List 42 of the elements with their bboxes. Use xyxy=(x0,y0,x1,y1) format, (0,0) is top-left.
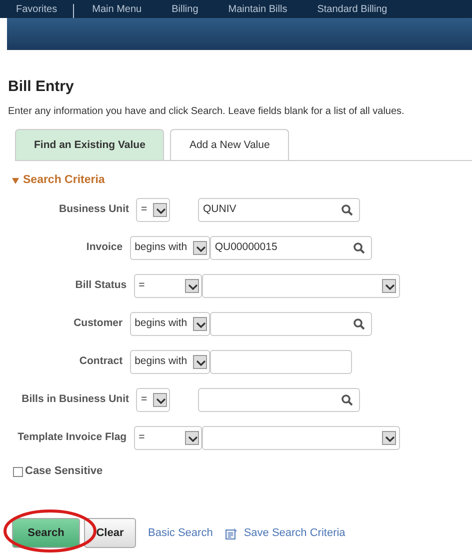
field-label: Template Invoice Flag xyxy=(16,430,128,446)
search-icon xyxy=(352,318,365,330)
menu-item[interactable]: Main Menu xyxy=(88,5,168,18)
operator-dropdown[interactable]: begins with xyxy=(130,350,210,374)
input-field[interactable] xyxy=(210,350,352,374)
menu-item[interactable]: Favorites xyxy=(12,5,84,18)
search-button[interactable]: Search xyxy=(12,518,80,548)
search-icon xyxy=(352,242,365,254)
document-icon xyxy=(224,526,238,540)
menu-item[interactable]: Billing xyxy=(168,5,224,18)
checkbox-label: Case Sensitive xyxy=(25,464,103,480)
operator-dropdown[interactable]: = xyxy=(136,198,170,222)
field-label: Bills in Business Unit xyxy=(20,392,130,408)
tab[interactable]: Find an Existing Value xyxy=(15,129,164,160)
checkbox[interactable] xyxy=(13,466,23,476)
tab[interactable]: Add a New Value xyxy=(170,129,289,160)
lookup-field[interactable] xyxy=(198,388,360,412)
field-label: Bill Status xyxy=(74,278,128,294)
lookup-field[interactable] xyxy=(210,312,372,336)
clear-button[interactable]: Clear xyxy=(84,518,136,548)
operator-dropdown[interactable]: = xyxy=(134,426,202,450)
link[interactable]: Basic Search xyxy=(148,524,213,542)
page-title: Bill Entry xyxy=(8,78,75,96)
value-dropdown[interactable] xyxy=(202,426,400,450)
search-icon xyxy=(341,394,353,406)
field-label: Invoice xyxy=(85,240,124,256)
field-label: Contract xyxy=(78,354,124,370)
lookup-field[interactable]: QUNIV xyxy=(198,198,360,222)
lookup-field[interactable]: QU00000015 xyxy=(210,236,372,260)
operator-dropdown[interactable]: = xyxy=(134,274,202,298)
operator-dropdown[interactable]: begins with xyxy=(130,312,210,336)
section-toggle[interactable]: Search Criteria xyxy=(12,172,105,190)
menu-item[interactable]: Maintain Bills xyxy=(224,5,314,18)
instructions-text: Enter any information you have and click Search. Leave fields blank for a list of all values. xyxy=(8,105,406,119)
field-label: Customer xyxy=(72,316,124,332)
link[interactable]: Save Search Criteria xyxy=(224,524,346,542)
operator-dropdown[interactable]: = xyxy=(136,388,170,412)
operator-dropdown[interactable]: begins with xyxy=(130,236,210,260)
menu-item[interactable]: Standard Billing xyxy=(313,5,414,18)
field-label: Business Unit xyxy=(58,202,130,218)
search-icon xyxy=(341,204,353,216)
value-dropdown[interactable] xyxy=(202,274,400,298)
